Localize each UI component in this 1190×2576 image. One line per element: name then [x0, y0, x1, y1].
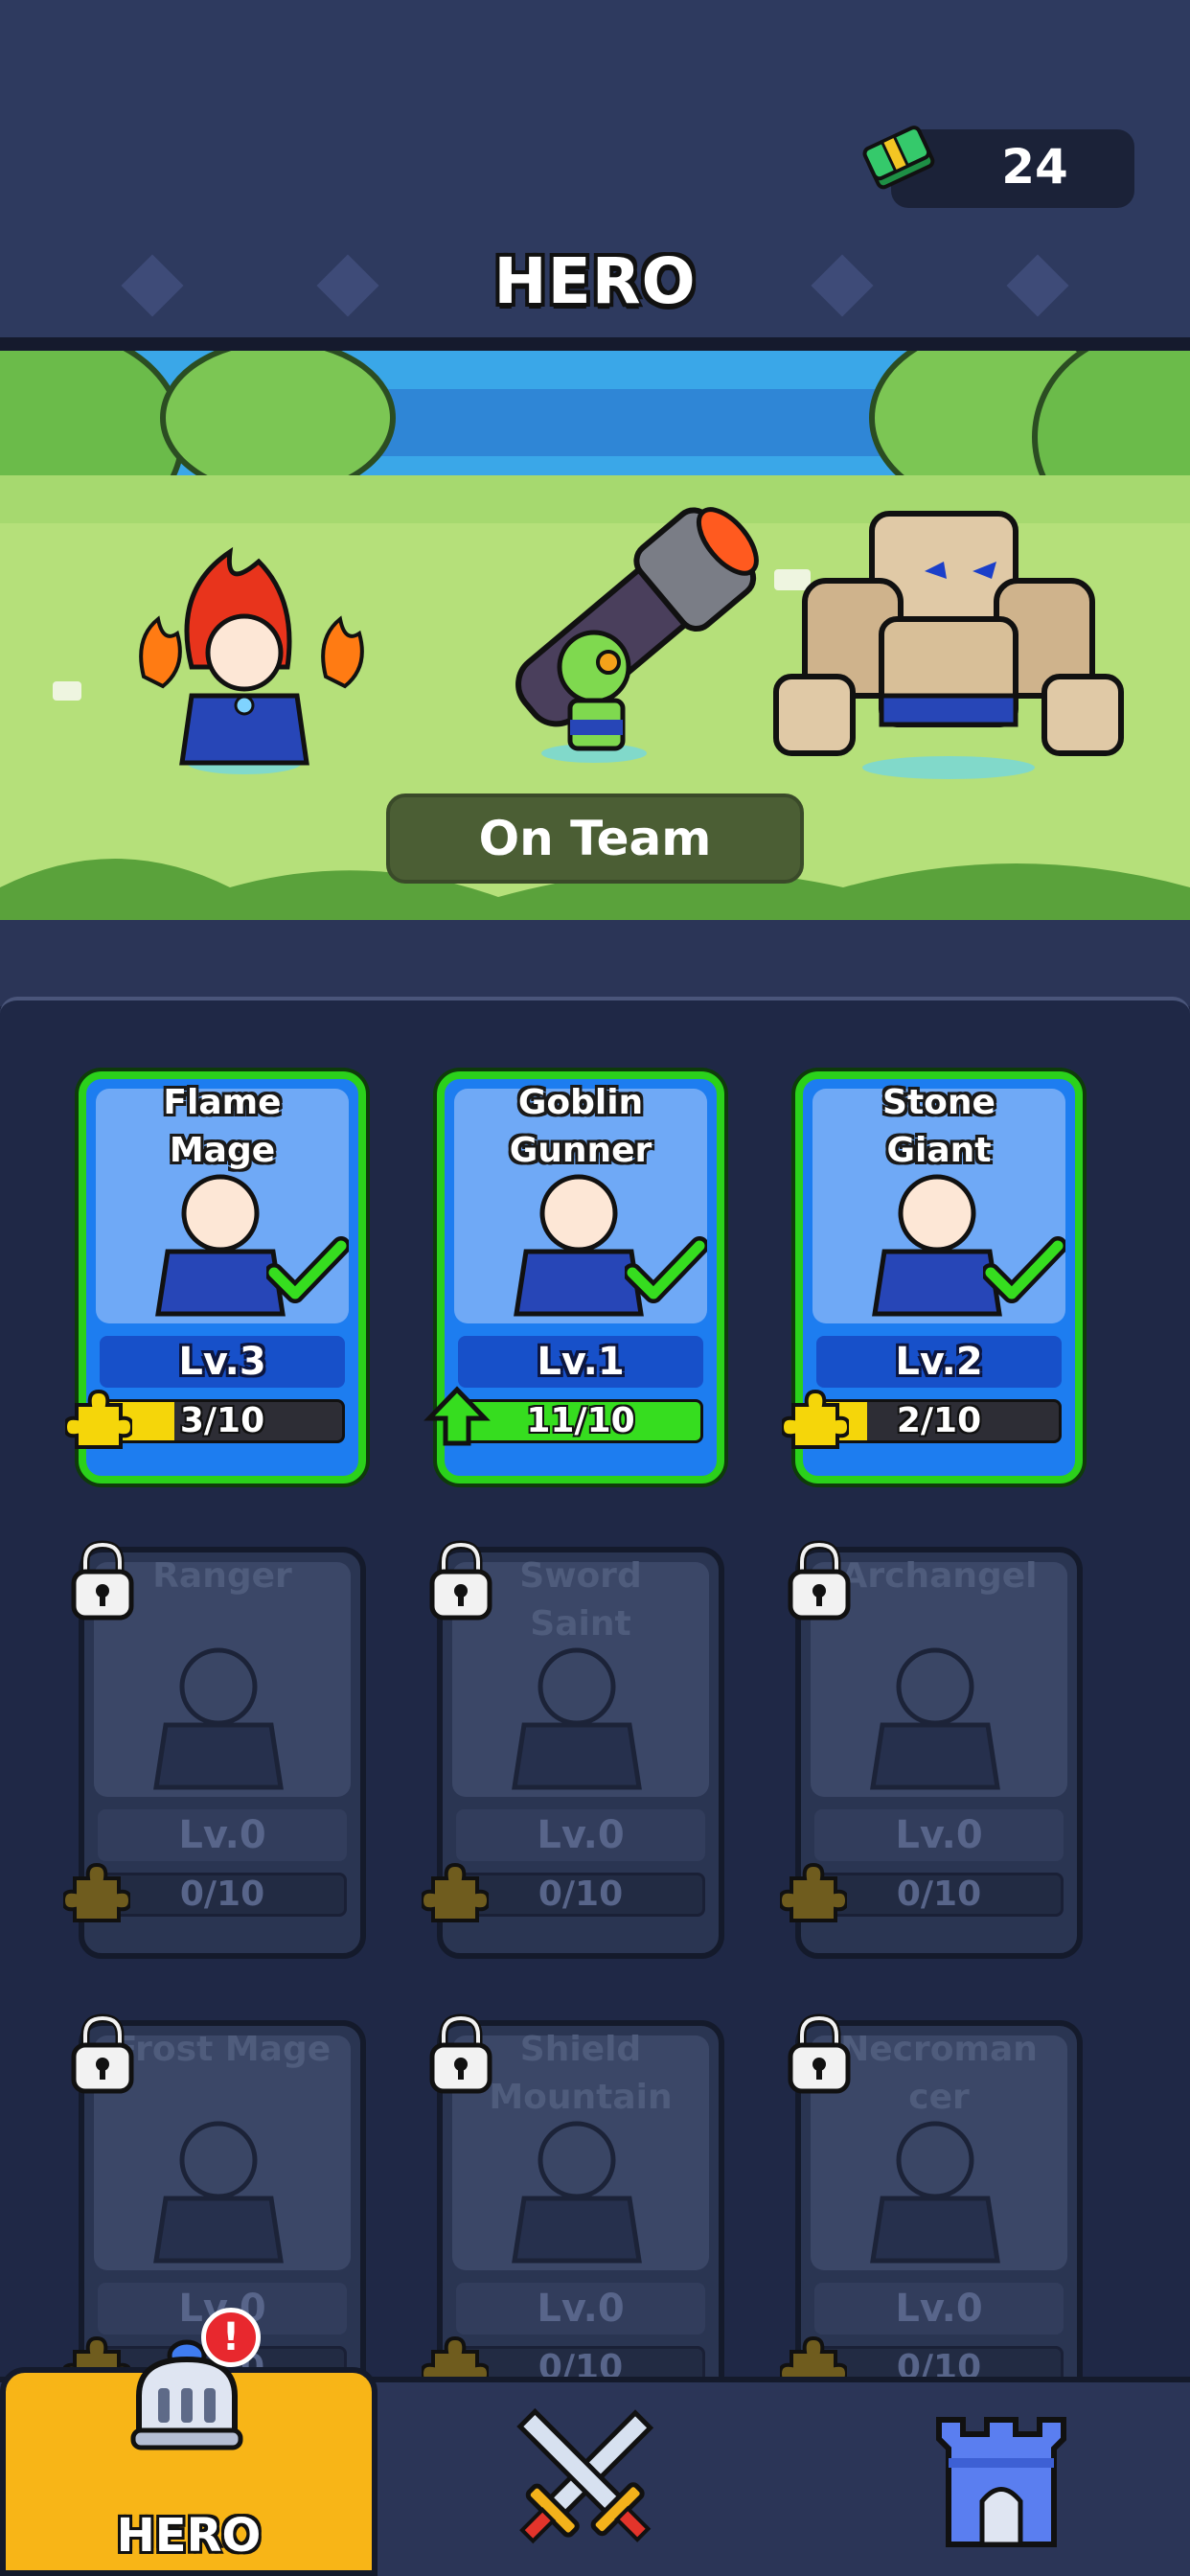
tab-battle[interactable] [479, 2386, 690, 2568]
shard-progress-text: 3/10 [179, 1401, 265, 1440]
shard-progress-bar: 2/10 [816, 1399, 1062, 1443]
stone-giant-figure [773, 511, 1124, 779]
check-icon [625, 1236, 707, 1303]
on-team-label: On Team [386, 794, 804, 884]
shard-progress-text: 0/10 [179, 1874, 265, 1914]
upgrade-arrow-icon [423, 1386, 491, 1446]
hero-card[interactable]: Goblin Gunner Lv.1 11/10 [423, 1071, 724, 1484]
padlock-icon [71, 2013, 134, 2094]
check-icon [983, 1236, 1065, 1303]
shard-progress-bar: 3/10 [100, 1399, 345, 1443]
goblin-gunner-figure [515, 507, 759, 763]
check-icon [266, 1236, 349, 1303]
hero-level: Lv.0 [456, 2283, 705, 2334]
padlock-icon [429, 1540, 492, 1621]
hero-card[interactable]: Archangel Lv.0 0/10 [780, 1540, 1083, 1959]
hero-card[interactable]: Flame Mage Lv.3 3/10 [65, 1071, 366, 1484]
alert-badge: ! [201, 2308, 261, 2367]
hero-portrait [153, 1647, 284, 1790]
shard-progress-text: 2/10 [896, 1401, 982, 1440]
hero-portrait [512, 2121, 642, 2264]
hero-screen: HERO 24 On Team Flame Mage Lv.3 3/10 Gob… [0, 0, 1190, 2576]
hero-card[interactable]: Shield Mountain Lv.0 0/10 [422, 2013, 724, 2432]
header-divider [0, 337, 1190, 351]
hero-level: Lv.0 [98, 1809, 347, 1861]
puzzle-piece-icon [780, 1862, 847, 1922]
hero-level: Lv.1 [458, 1336, 703, 1388]
hero-card[interactable]: Sword Saint Lv.0 0/10 [422, 1540, 724, 1959]
shard-progress-bar: 0/10 [456, 1873, 705, 1917]
padlock-icon [788, 1540, 851, 1621]
puzzle-piece-icon [63, 1862, 130, 1922]
padlock-icon [788, 2013, 851, 2094]
hero-portrait [870, 2121, 1000, 2264]
hero-portrait [512, 1647, 642, 1790]
panel-trim [0, 920, 1190, 1006]
shard-progress-text: 11/10 [526, 1401, 635, 1440]
shard-progress-bar: 11/10 [458, 1399, 703, 1443]
shard-progress-text: 0/10 [896, 1874, 982, 1914]
hero-card[interactable]: Ranger Lv.0 0/10 [63, 1540, 366, 1959]
hero-level: Lv.0 [814, 2283, 1064, 2334]
page-title: HERO [493, 244, 697, 318]
puzzle-piece-icon [65, 1389, 132, 1449]
currency-amount: 24 [1001, 139, 1068, 195]
flame-mage-figure [139, 546, 364, 774]
hero-card[interactable]: Necroman cer Lv.0 0/10 [780, 2013, 1083, 2432]
shard-progress-bar: 0/10 [814, 1873, 1064, 1917]
padlock-icon [429, 2013, 492, 2094]
shard-progress-bar: 0/10 [98, 1873, 347, 1917]
hero-level: Lv.0 [456, 1809, 705, 1861]
cash-stack-icon [862, 126, 935, 190]
hero-level: Lv.3 [100, 1336, 345, 1388]
puzzle-piece-icon [422, 1862, 489, 1922]
shard-progress-text: 0/10 [538, 1874, 624, 1914]
puzzle-piece-icon [782, 1389, 849, 1449]
hero-level: Lv.0 [814, 1809, 1064, 1861]
tab-hero-label: HERO [116, 2509, 262, 2563]
crossed-swords-icon [516, 2407, 654, 2544]
hero-portrait [870, 1647, 1000, 1790]
padlock-icon [71, 1540, 134, 1621]
hero-level: Lv.2 [816, 1336, 1062, 1388]
hero-portrait [153, 2121, 284, 2264]
tab-castle[interactable] [920, 2401, 1083, 2564]
hero-card[interactable]: Stone Giant Lv.2 2/10 [782, 1071, 1083, 1484]
castle-icon [936, 2417, 1066, 2547]
